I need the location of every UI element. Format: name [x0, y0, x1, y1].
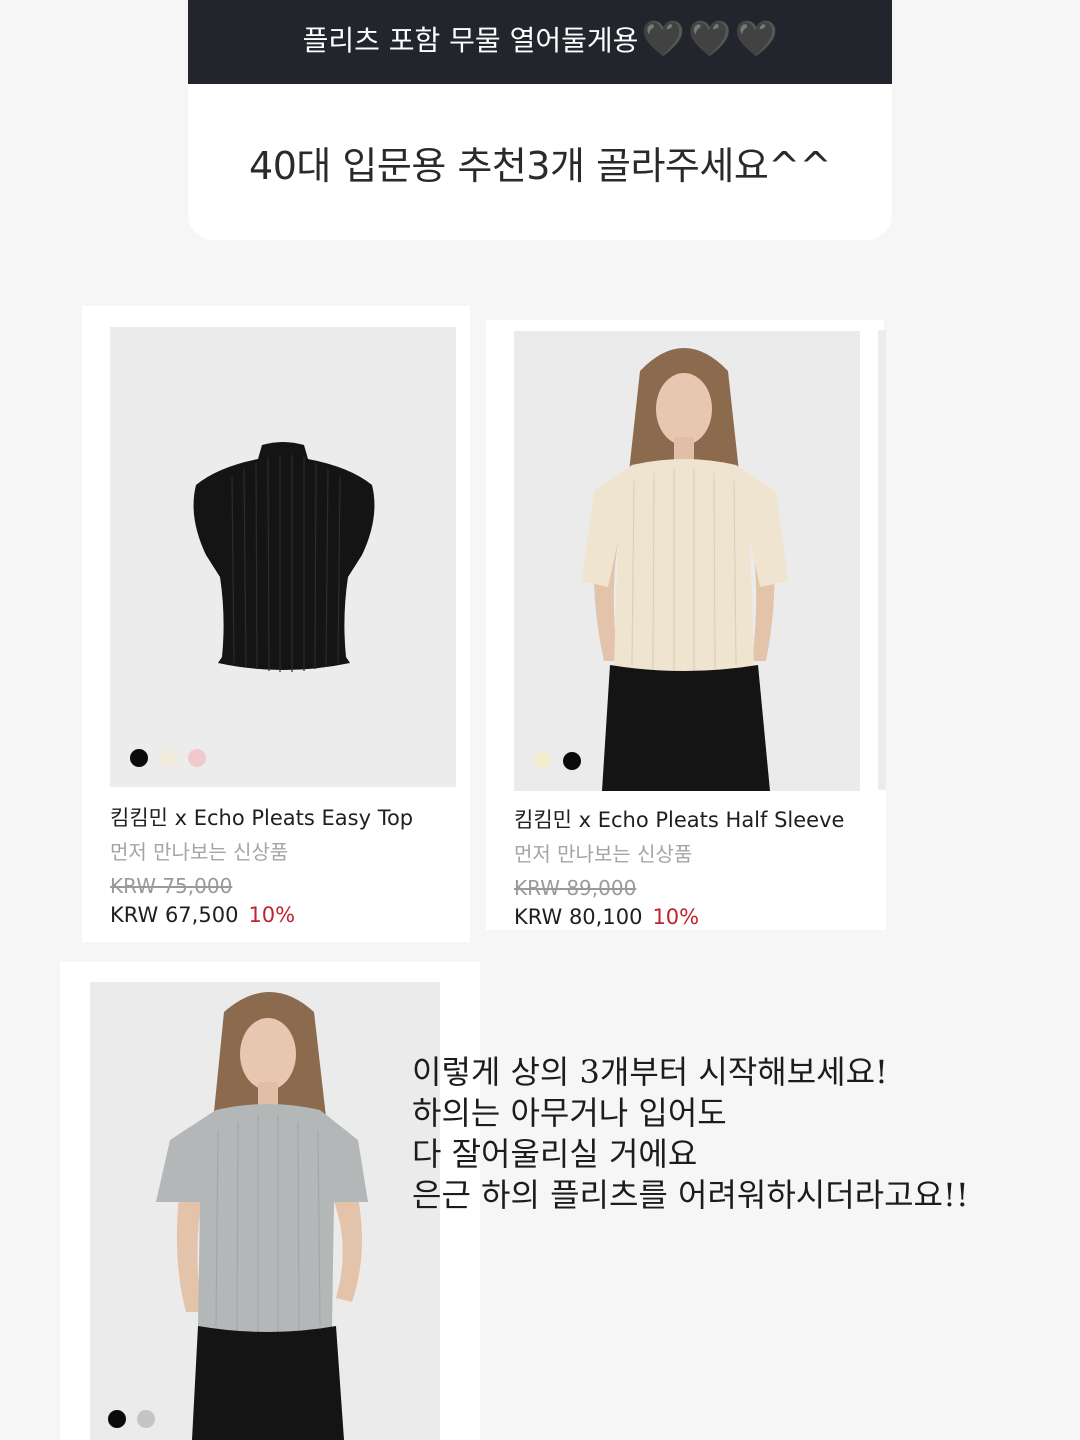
black-heart-icon: 🖤: [735, 19, 778, 59]
question-header-text: 플리츠 포함 무물 열어둘게용: [302, 24, 639, 57]
sale-price: KRW 80,100: [514, 905, 643, 929]
color-swatch-black[interactable]: [108, 1410, 126, 1428]
color-swatch-grey[interactable]: [137, 1410, 155, 1428]
price-row: KRW 80,100 10%: [514, 905, 699, 929]
question-header: 플리츠 포함 무물 열어둘게용 🖤 🖤 🖤: [188, 0, 892, 84]
model-half-sleeve-image: [514, 331, 860, 791]
price-row: KRW 67,500 10%: [110, 903, 295, 927]
product-subtitle: 먼저 만나보는 신상품: [110, 840, 289, 864]
original-price: KRW 75,000: [110, 874, 233, 898]
question-sticker: 플리츠 포함 무물 열어둘게용 🖤 🖤 🖤 40대 입문용 추천3개 골라주세요…: [188, 0, 892, 240]
product-image-edge: [878, 330, 886, 790]
product-name[interactable]: 킴킴민 x Echo Pleats Half Sleeve: [514, 804, 844, 834]
color-swatches: [534, 752, 581, 770]
color-swatches: [108, 1410, 155, 1428]
color-swatch-cream[interactable]: [534, 752, 552, 770]
color-swatches: [130, 749, 206, 767]
color-swatch-ivory[interactable]: [159, 749, 177, 767]
original-price: KRW 89,000: [514, 876, 637, 900]
caption-line: 다 잘어울리실 거에요: [412, 1135, 698, 1173]
caption-line: 하의는 아무거나 입어도: [412, 1094, 727, 1132]
black-pleated-top-image: [193, 442, 375, 672]
sale-price: KRW 67,500: [110, 903, 239, 927]
color-swatch-black[interactable]: [563, 752, 581, 770]
model-grey-top-image: [90, 982, 440, 1440]
discount-rate: 10%: [652, 905, 700, 929]
question-text: 40대 입문용 추천3개 골라주세요^^: [249, 143, 831, 188]
color-swatch-black[interactable]: [130, 749, 148, 767]
discount-rate: 10%: [248, 903, 296, 927]
story-caption: 이렇게 상의 3개부터 시작해보세요! 하의는 아무거나 입어도 다 잘어울리실…: [412, 1052, 1052, 1216]
product-card-clipped[interactable]: [876, 330, 886, 930]
question-body: 40대 입문용 추천3개 골라주세요^^: [188, 84, 892, 240]
color-swatch-pink[interactable]: [188, 749, 206, 767]
product-image[interactable]: [90, 982, 440, 1440]
product-subtitle: 먼저 만나보는 신상품: [514, 842, 693, 866]
product-image[interactable]: [110, 327, 456, 787]
black-heart-icon: 🖤: [688, 19, 732, 59]
product-name[interactable]: 킴킴민 x Echo Pleats Easy Top: [110, 802, 413, 832]
product-card-easy-top[interactable]: 킴킴민 x Echo Pleats Easy Top 먼저 만나보는 신상품 K…: [82, 306, 470, 942]
product-card-half-sleeve[interactable]: 킴킴민 x Echo Pleats Half Sleeve 먼저 만나보는 신상…: [486, 320, 884, 930]
caption-line: 은근 하의 플리츠를 어려워하시더라고요!!: [412, 1176, 969, 1214]
caption-line: 이렇게 상의 3개부터 시작해보세요!: [412, 1053, 888, 1091]
black-heart-icon: 🖤: [642, 19, 685, 59]
product-image[interactable]: [514, 331, 860, 791]
